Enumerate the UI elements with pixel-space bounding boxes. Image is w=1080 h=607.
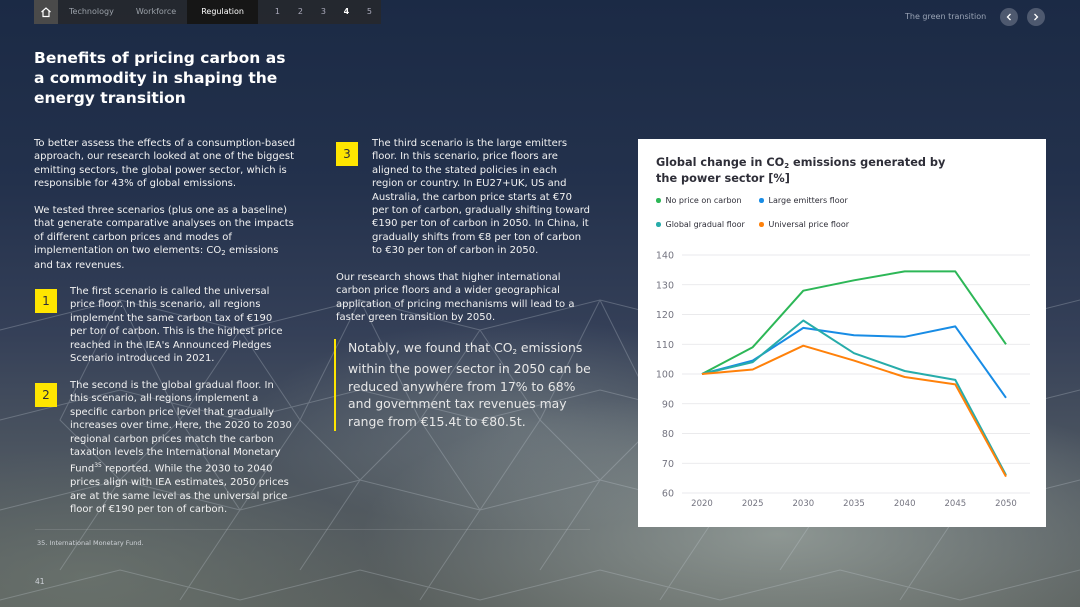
scenario-2-badge: 2 <box>35 383 57 407</box>
y-tick-label: 60 <box>662 489 674 500</box>
x-tick-label: 2020 <box>691 499 713 509</box>
x-tick-label: 2045 <box>945 499 967 509</box>
home-button[interactable] <box>34 0 58 24</box>
page-selector: 1 2 3 4 5 <box>266 0 381 24</box>
next-page-button[interactable] <box>1027 8 1045 26</box>
scenario-3-badge: 3 <box>336 142 358 166</box>
research-paragraph: Our research shows that higher internati… <box>336 272 575 324</box>
y-tick-label: 140 <box>656 251 674 262</box>
x-tick-label: 2040 <box>894 499 916 509</box>
highlight-quote: Notably, we found that CO2 emissions wit… <box>334 339 598 431</box>
tab-regulation[interactable]: Regulation <box>187 0 258 24</box>
chevron-right-icon <box>1034 13 1039 21</box>
page-link-2[interactable]: 2 <box>289 0 312 24</box>
page-title: Benefits of pricing carbon as a commodit… <box>34 49 286 107</box>
tab-technology[interactable]: Technology <box>58 0 125 24</box>
scenario-1-badge: 1 <box>35 289 57 313</box>
y-tick-label: 120 <box>656 310 674 321</box>
home-icon <box>41 7 51 18</box>
y-tick-label: 80 <box>662 429 674 440</box>
section-label: The green transition <box>905 12 987 21</box>
chart-card: Global change in CO2 emissions generated… <box>638 139 1046 527</box>
y-tick-label: 70 <box>662 459 674 470</box>
footer-divider <box>35 529 590 530</box>
page-link-1[interactable]: 1 <box>266 0 289 24</box>
chevron-left-icon <box>1006 13 1011 21</box>
footnote: 35. International Monetary Fund. <box>37 539 144 547</box>
x-tick-label: 2025 <box>742 499 764 509</box>
previous-page-button[interactable] <box>1000 8 1018 26</box>
page-link-5[interactable]: 5 <box>358 0 381 24</box>
series-line <box>701 319 1007 476</box>
x-tick-label: 2030 <box>793 499 815 509</box>
intro-paragraph-2: We tested three scenarios (plus one as a… <box>34 205 294 271</box>
tab-workforce[interactable]: Workforce <box>125 0 187 24</box>
scenario-3-text: The third scenario is the large emitters… <box>372 138 590 257</box>
line-chart: 60 70 80 90 100 110 120 130 140 2020 2025 2030 2035 2… <box>656 251 1030 509</box>
scenario-1-text: The first scenario is called the univers… <box>70 286 283 365</box>
intro-paragraph-1: To better assess the effects of a consum… <box>34 138 296 190</box>
x-tick-label: 2035 <box>843 499 865 509</box>
page-number: 41 <box>35 577 45 586</box>
x-tick-label: 2050 <box>995 499 1017 509</box>
series-line <box>701 270 1007 375</box>
y-tick-label: 90 <box>662 399 674 410</box>
series-line <box>701 344 1007 478</box>
series-line <box>701 325 1007 399</box>
y-tick-label: 100 <box>656 370 674 381</box>
page-link-4[interactable]: 4 <box>335 0 358 24</box>
y-tick-label: 130 <box>656 280 674 291</box>
scenario-2-text: The second is the global gradual floor. … <box>70 380 292 515</box>
page-link-3[interactable]: 3 <box>312 0 335 24</box>
y-tick-label: 110 <box>656 340 674 351</box>
top-navigation: Technology Workforce Regulation 1 2 3 4 … <box>34 0 381 24</box>
